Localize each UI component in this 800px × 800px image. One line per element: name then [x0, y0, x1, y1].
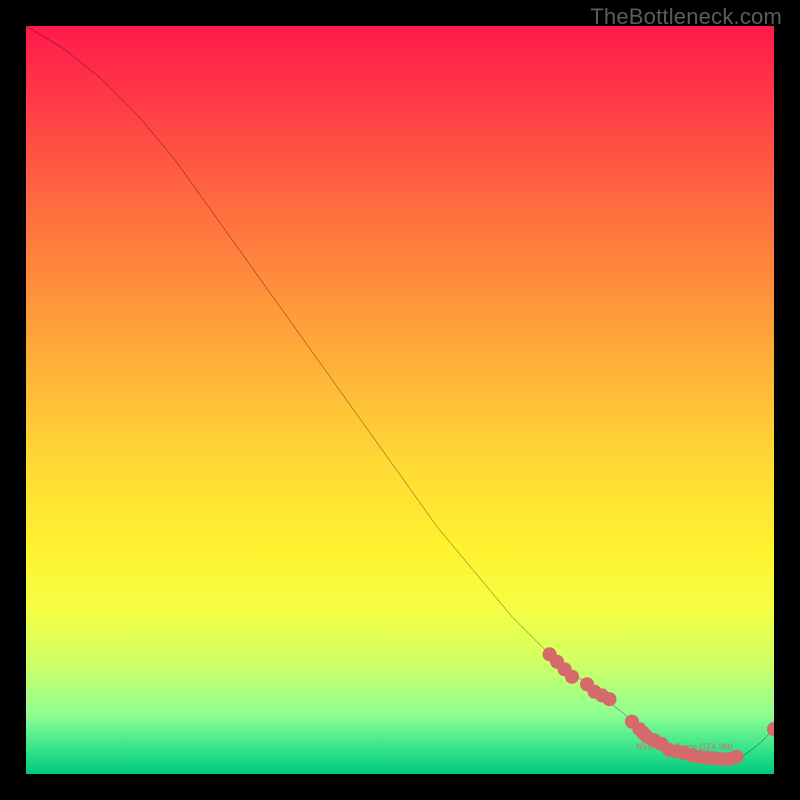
plot-overlay: NVIDIA GeForce GTX 960 [26, 26, 774, 774]
watermark-text: TheBottleneck.com [590, 4, 782, 30]
highlight-point [602, 692, 616, 706]
highlight-point [730, 750, 744, 764]
curve-group [26, 26, 774, 759]
highlight-point [767, 722, 774, 736]
highlight-point [565, 670, 579, 684]
curve-label: NVIDIA GeForce GTX 960 [636, 742, 733, 751]
chart-frame: TheBottleneck.com NVIDIA GeForce GTX 960 [0, 0, 800, 800]
main-curve [26, 26, 774, 759]
